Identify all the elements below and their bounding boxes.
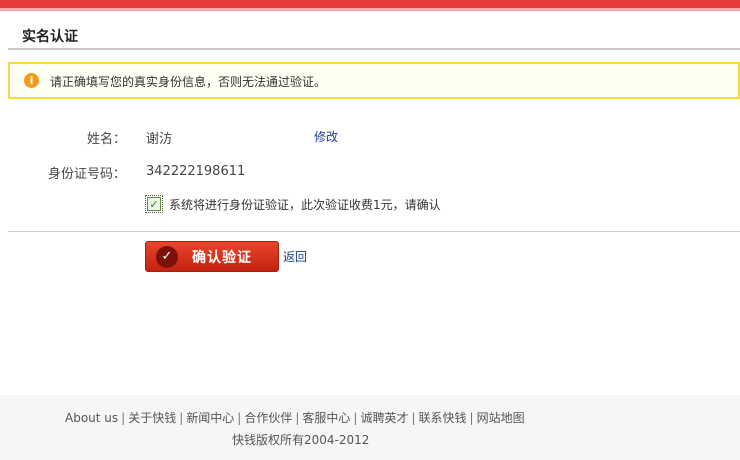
page-title: 实名认证 bbox=[22, 29, 78, 45]
info-icon: i bbox=[24, 73, 39, 88]
modify-name-link[interactable]: 修改 bbox=[314, 128, 338, 145]
id-number-value: 342222198611 bbox=[146, 164, 246, 179]
id-number-label: 身份证号码： bbox=[47, 167, 126, 182]
back-link[interactable]: 返回 bbox=[283, 248, 307, 265]
agree-checkbox[interactable]: ✓ bbox=[145, 195, 163, 213]
footer-link-news[interactable]: 新闻中心 bbox=[186, 411, 234, 425]
footer-link-about-kuaiqian[interactable]: 关于快钱 bbox=[128, 411, 176, 425]
checkmark-icon: ✓ bbox=[147, 197, 161, 211]
form-divider bbox=[8, 231, 740, 232]
check-circle-icon: ✓ bbox=[156, 245, 178, 268]
footer-link-contact[interactable]: 联系快钱 bbox=[419, 411, 467, 425]
name-value: 谢汸 bbox=[146, 132, 173, 147]
footer-link-partners[interactable]: 合作伙伴 bbox=[244, 411, 292, 425]
footer-links: About us | 关于快钱 | 新闻中心 | 合作伙伴 | 客服中心 | 诚聘英才 | 联系快钱 | 网… bbox=[65, 411, 525, 425]
copyright-text: 快钱版权所有2004-2012 bbox=[232, 433, 370, 447]
agree-row: ✓ 系统将进行身份证验证，此次验证收费1元，请确认 bbox=[145, 195, 441, 213]
footer-link-support[interactable]: 客服中心 bbox=[302, 411, 350, 425]
footer-link-about-us[interactable]: About us bbox=[65, 411, 118, 425]
footer-link-sitemap[interactable]: 网站地图 bbox=[477, 411, 525, 425]
top-accent-shade bbox=[0, 8, 740, 11]
agree-text: 系统将进行身份证验证，此次验证收费1元，请确认 bbox=[169, 197, 441, 212]
top-accent-bar bbox=[0, 0, 740, 8]
notice-box: i 请正确填写您的真实身份信息，否则无法通过验证。 bbox=[8, 62, 740, 99]
footer: About us | 关于快钱 | 新闻中心 | 合作伙伴 | 客服中心 | 诚聘英才 | 联系快钱 | 网… bbox=[0, 395, 740, 460]
name-label: 姓名： bbox=[86, 132, 126, 147]
notice-text: 请正确填写您的真实身份信息，否则无法通过验证。 bbox=[50, 75, 327, 89]
confirm-verify-button[interactable]: ✓ 确认验证 bbox=[145, 241, 279, 272]
confirm-button-label: 确认验证 bbox=[192, 249, 252, 266]
title-divider bbox=[8, 48, 740, 50]
footer-link-careers[interactable]: 诚聘英才 bbox=[360, 411, 408, 425]
